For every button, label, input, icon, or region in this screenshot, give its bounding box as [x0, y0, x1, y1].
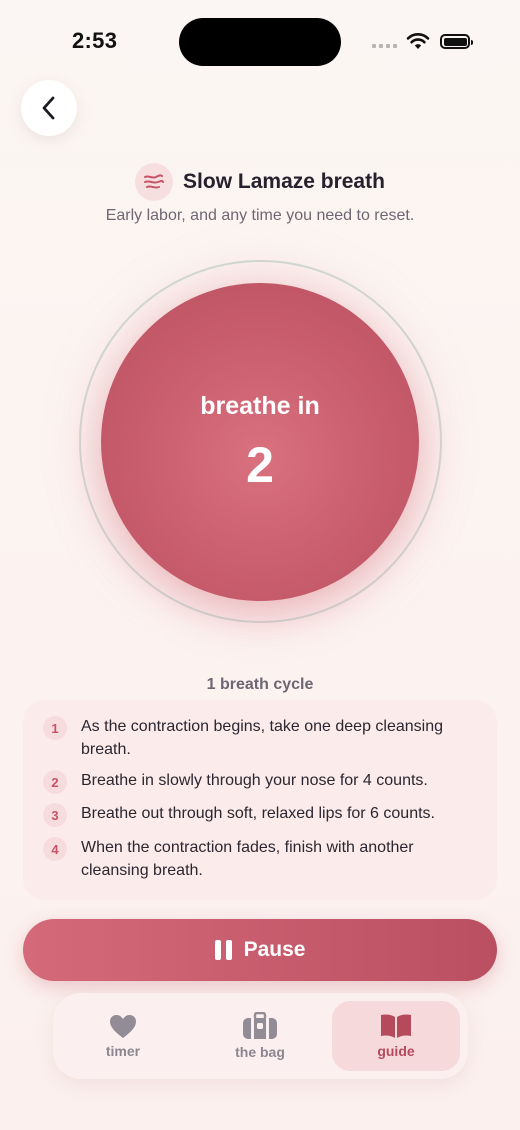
- step-item: 3 Breathe out through soft, relaxed lips…: [43, 802, 483, 827]
- step-item: 2 Breathe in slowly through your nose fo…: [43, 769, 483, 794]
- pause-icon: [214, 940, 232, 960]
- breath-wind-icon: [135, 163, 174, 201]
- cycle-label: 1 breath cycle: [206, 676, 314, 693]
- steps-card: 1 As the contraction begins, take one de…: [23, 700, 497, 900]
- bag-icon: [243, 1012, 277, 1039]
- tab-label: the bag: [235, 1044, 285, 1060]
- breath-phase-label: breathe in: [200, 392, 320, 420]
- book-icon: [381, 1014, 411, 1038]
- step-item: 1 As the contraction begins, take one de…: [43, 715, 483, 761]
- cellular-signal-icon: [372, 44, 397, 48]
- step-number: 2: [43, 770, 67, 794]
- step-item: 4 When the contraction fades, finish wit…: [43, 836, 483, 882]
- status-bar: 2:53: [0, 0, 520, 80]
- dynamic-island: [179, 18, 341, 66]
- status-time: 2:53: [72, 28, 118, 53]
- battery-icon: [440, 34, 473, 49]
- exercise-header: Slow Lamaze breath: [0, 163, 520, 201]
- pause-button-label: Pause: [243, 938, 306, 961]
- heart-icon: [110, 1014, 136, 1038]
- tab-timer[interactable]: timer: [75, 1001, 171, 1071]
- step-text: Breathe in slowly through your nose for …: [81, 772, 428, 789]
- pause-button[interactable]: Pause: [23, 919, 497, 981]
- page-subtitle: Early labor, and any time you need to re…: [105, 207, 415, 224]
- tab-guide[interactable]: guide: [332, 1001, 460, 1071]
- step-number: 1: [43, 716, 67, 740]
- tab-the-bag[interactable]: the bag: [213, 1001, 307, 1071]
- chevron-left-icon: [42, 96, 55, 120]
- tab-label: timer: [105, 1042, 141, 1059]
- page-title: Slow Lamaze breath: [183, 170, 385, 193]
- breath-count: 2: [246, 437, 274, 493]
- tab-bar: timer the bag guide: [53, 993, 468, 1079]
- step-text: When the contraction fades, finish with …: [81, 839, 414, 879]
- step-text: Breathe out through soft, relaxed lips f…: [81, 805, 435, 822]
- back-button[interactable]: [21, 80, 77, 136]
- tab-label: guide: [377, 1043, 415, 1059]
- step-number: 3: [43, 803, 67, 827]
- step-text: As the contraction begins, take one deep…: [81, 718, 444, 758]
- wifi-icon: [406, 32, 430, 49]
- step-number: 4: [43, 837, 67, 861]
